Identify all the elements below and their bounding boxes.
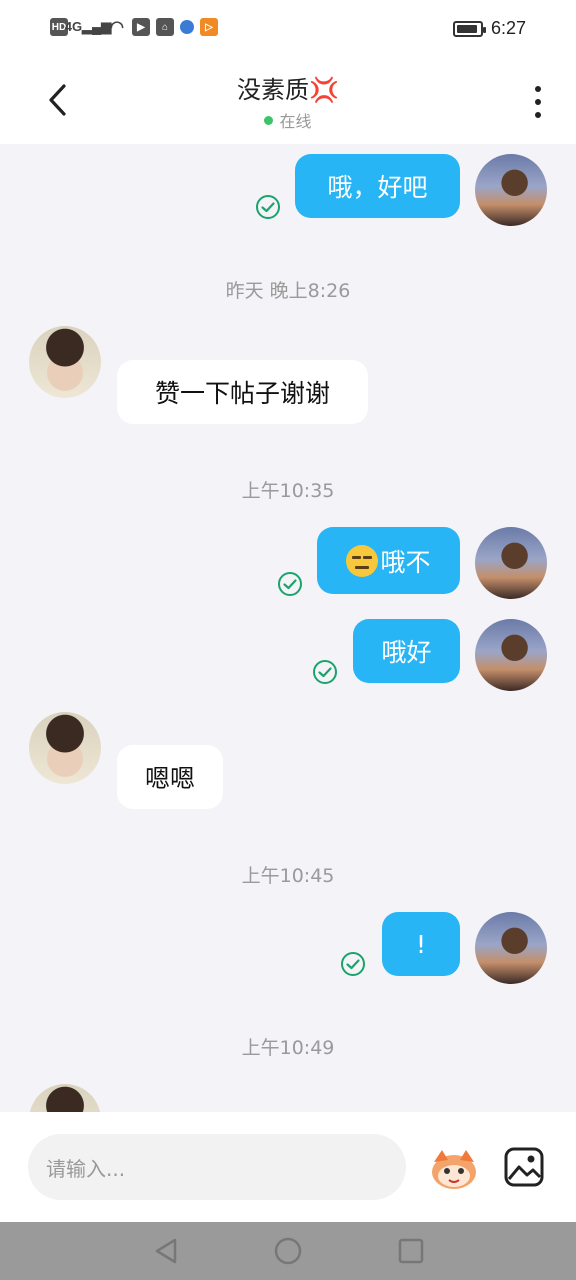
more-options-button[interactable] — [528, 82, 548, 122]
contact-avatar[interactable] — [29, 326, 101, 398]
chat-header: 没素质💢 在线 — [0, 58, 576, 144]
system-nav-bar — [0, 1222, 576, 1280]
status-bar: HD 4G▂▄▆ ◠ ▶ ⌂ ▷ 6:27 — [0, 0, 576, 58]
contact-name: 没素质💢 — [237, 76, 339, 104]
delivered-check-icon — [277, 571, 303, 597]
my-avatar[interactable] — [475, 912, 547, 984]
message-text: 嗯嗯 — [144, 764, 195, 793]
timestamp: 昨天 晚上8:26 — [225, 280, 351, 302]
my-avatar[interactable] — [475, 619, 547, 691]
video-icon: ▶ — [132, 18, 150, 36]
message-text: 赞一下帖子谢谢 — [154, 379, 330, 408]
nav-back-icon[interactable] — [151, 1236, 181, 1266]
timestamp: 上午10:35 — [241, 480, 335, 502]
more-dot-icon — [535, 112, 541, 118]
input-bar: 请输入... — [0, 1112, 576, 1222]
online-dot-icon — [264, 115, 274, 125]
message-text: 哦不 — [380, 547, 431, 577]
message-text: 哦，好吧 — [327, 173, 428, 202]
online-status: 在线 — [0, 108, 576, 132]
sticker-icon[interactable] — [428, 1144, 480, 1192]
expressionless-face-icon — [346, 544, 379, 577]
play-icon: ▷ — [200, 18, 218, 36]
delivered-check-icon — [312, 659, 338, 685]
delivered-check-icon — [255, 194, 281, 220]
clock: 6:27 — [490, 18, 526, 38]
more-dot-icon — [535, 99, 541, 105]
contact-avatar[interactable] — [29, 712, 101, 784]
bag-icon: ⌂ — [156, 18, 174, 36]
message-bubble-received[interactable]: 嗯嗯 — [117, 745, 223, 809]
message-bubble-sent[interactable]: 哦好 — [353, 619, 460, 683]
status-icons: HD 4G▂▄▆ ◠ ▶ ⌂ ▷ — [50, 18, 218, 36]
timestamp: 上午10:45 — [241, 865, 335, 887]
delivered-check-icon — [340, 951, 366, 977]
my-avatar[interactable] — [475, 527, 547, 599]
browser-icon — [180, 20, 194, 34]
message-input[interactable]: 请输入... — [28, 1134, 406, 1200]
message-text: ! — [415, 929, 427, 959]
nav-home-icon[interactable] — [273, 1236, 303, 1266]
battery-icon — [452, 20, 486, 37]
image-picker-icon[interactable] — [503, 1146, 545, 1188]
message-bubble-received[interactable]: 赞一下帖子谢谢 — [117, 360, 368, 424]
contact-avatar[interactable] — [29, 1084, 101, 1112]
nav-recents-icon[interactable] — [396, 1236, 426, 1266]
timestamp: 上午10:49 — [241, 1037, 335, 1059]
message-bubble-sent[interactable]: 哦不 — [317, 527, 460, 594]
signal-icon: 4G▂▄▆ — [64, 19, 112, 34]
message-text: 哦好 — [381, 638, 432, 667]
my-avatar[interactable] — [475, 154, 547, 226]
message-bubble-sent[interactable]: ! — [382, 912, 460, 976]
message-bubble-sent[interactable]: 哦，好吧 — [295, 154, 460, 218]
online-status-label: 在线 — [279, 112, 312, 131]
more-dot-icon — [535, 86, 541, 92]
chat-messages[interactable]: 哦，好吧 昨天 晚上8:26 赞一下帖子谢谢 上午10:35 哦不 哦好 嗯嗯 … — [0, 144, 576, 1112]
wifi-icon: ◠ — [110, 19, 124, 36]
